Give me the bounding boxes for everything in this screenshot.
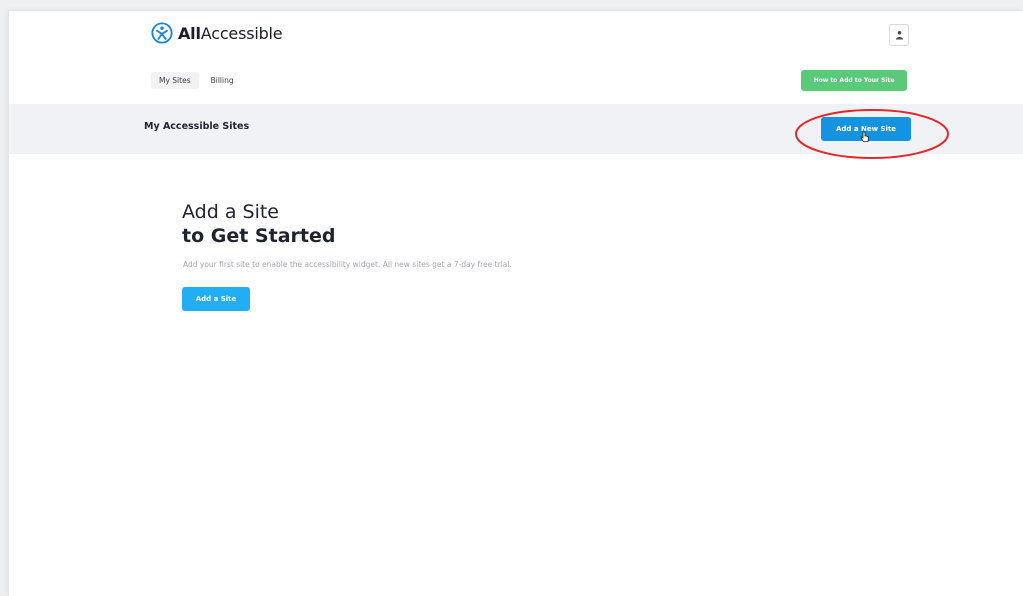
main-nav: My Sites Billing bbox=[151, 72, 242, 89]
person-circle-logo-icon bbox=[151, 22, 173, 44]
add-site-button[interactable]: Add a Site bbox=[182, 287, 250, 311]
section-header: My Accessible Sites Add a New Site bbox=[9, 104, 1023, 154]
how-to-add-button[interactable]: How to Add to Your Site bbox=[801, 70, 907, 91]
brand-name: AllAccessible bbox=[178, 23, 283, 43]
user-icon bbox=[895, 31, 903, 40]
tab-my-sites[interactable]: My Sites bbox=[151, 72, 199, 89]
empty-state-description: Add your first site to enable the access… bbox=[183, 260, 512, 269]
empty-state-heading-line2: to Get Started bbox=[182, 225, 336, 247]
brand-name-bold: All bbox=[178, 23, 201, 43]
user-menu-button[interactable] bbox=[889, 24, 909, 46]
top-header: AllAccessible bbox=[9, 11, 1023, 63]
brand-logo[interactable]: AllAccessible bbox=[151, 22, 283, 44]
tab-billing[interactable]: Billing bbox=[203, 72, 242, 89]
hand-cursor-icon bbox=[860, 131, 869, 142]
brand-name-rest: Accessible bbox=[200, 23, 283, 43]
app-window: AllAccessible My Sites Billing How to Ad… bbox=[8, 10, 1023, 596]
empty-state-heading-line1: Add a Site bbox=[182, 201, 279, 223]
section-title: My Accessible Sites bbox=[144, 121, 250, 132]
